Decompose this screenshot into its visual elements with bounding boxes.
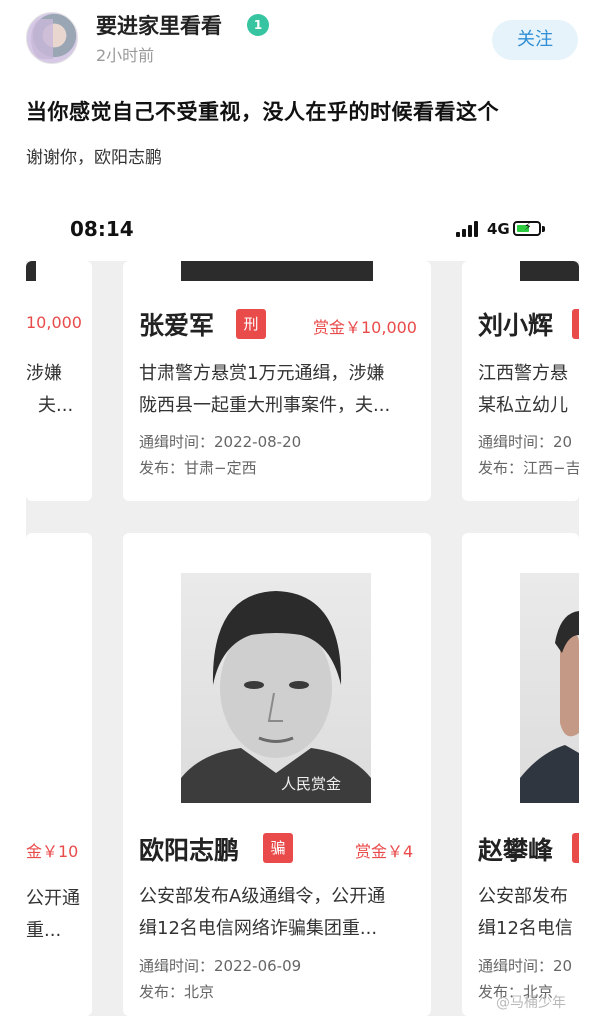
case-description: 甘肃警方悬赏1万元通缉，涉嫌 <box>139 363 385 384</box>
suspect-name: 刘小辉 <box>478 311 554 340</box>
case-description-cont: 某私立幼儿 <box>478 395 568 416</box>
signal-icon <box>456 221 478 237</box>
crime-type-tag <box>572 833 579 863</box>
user-avatar[interactable] <box>26 12 78 64</box>
battery-cap-icon <box>542 226 545 232</box>
case-description-cont: 陇西县一起重大刑事案件，夫... <box>139 395 391 416</box>
watermark: @马桶少年 <box>496 995 566 1011</box>
suspect-name: 欧阳志鹏 <box>139 836 240 865</box>
post-title: 当你感觉自己不受重视，没人在乎的时候看看这个 <box>26 100 499 124</box>
case-description: 江西警方悬 <box>478 363 568 384</box>
case-description: 公开通 <box>26 888 80 909</box>
battery-icon: ⚡ <box>513 220 541 236</box>
bounty-card-left-bottom[interactable]: 金￥10 公开通 重... <box>26 533 92 1016</box>
bounty-card-liu-xiaohui[interactable]: 刘小辉 江西警方悬 某私立幼儿 通缉时间：20 发布：江西−吉 <box>462 261 579 501</box>
suspect-name: 张爱军 <box>139 311 215 340</box>
wanted-date: 通缉时间：2022-08-20 <box>139 433 302 451</box>
case-description-cont: 重... <box>26 920 62 941</box>
post-subtitle: 谢谢你，欧阳志鹏 <box>26 148 162 168</box>
crime-type-tag: 刑 <box>236 309 266 339</box>
case-description: 公安部发布 <box>478 886 568 907</box>
case-description-cont: 夫... <box>38 395 74 416</box>
crime-type-tag <box>572 309 579 339</box>
post-time: 2小时前 <box>96 46 155 65</box>
wanted-date: 通缉时间：20 <box>478 433 573 451</box>
suspect-photo <box>520 573 579 803</box>
publisher: 发布：北京 <box>139 983 215 1001</box>
bounty-card-zhao-panfeng[interactable]: 赵攀峰 公安部发布 缉12名电信 通缉时间：20 发布：北京 <box>462 533 579 1016</box>
publisher: 发布：江西−吉 <box>478 459 579 477</box>
follow-button[interactable]: 关注 <box>492 20 578 60</box>
case-description: 公安部发布A级通缉令，公开通 <box>139 886 386 907</box>
username[interactable]: 要进家里看看 <box>96 10 222 40</box>
suspect-photo <box>520 261 579 281</box>
bounty-card-left-top[interactable]: 10,000 涉嫌 夫... <box>26 261 92 501</box>
suspect-portrait <box>520 611 579 803</box>
case-description-cont: 缉12名电信网络诈骗集团重... <box>139 918 378 939</box>
photo-caption: 人民赏金 <box>281 775 342 793</box>
suspect-photo <box>181 261 373 281</box>
reward-amount: 赏金￥10,000 <box>313 318 417 337</box>
wanted-date: 通缉时间：2022-06-09 <box>139 957 302 975</box>
phone-status-bar: 08:14 4G ⚡ <box>26 195 579 261</box>
case-description-cont: 缉12名电信 <box>478 918 573 939</box>
bounty-card-zhang-aijun[interactable]: 张爱军 刑 赏金￥10,000 甘肃警方悬赏1万元通缉，涉嫌 陇西县一起重大刑事… <box>123 261 431 501</box>
crime-type-tag: 骗 <box>263 833 293 863</box>
embedded-screenshot[interactable]: 08:14 4G ⚡ 10,000 涉嫌 夫... 张爱军 刑 赏金￥10,00… <box>26 195 579 1016</box>
publisher: 发布：甘肃−定西 <box>139 459 257 477</box>
wanted-date: 通缉时间：20 <box>478 957 573 975</box>
suspect-photo: 人民赏金 <box>181 573 371 803</box>
bounty-card-ouyang-zhipeng[interactable]: 人民赏金 欧阳志鹏 骗 赏金￥4 公安部发布A级通缉令，公开通 缉12名电信网络… <box>123 533 431 1016</box>
reward-amount: 10,000 <box>26 313 82 332</box>
case-description: 涉嫌 <box>26 363 62 384</box>
status-clock: 08:14 <box>70 217 134 241</box>
suspect-photo <box>26 261 36 281</box>
suspect-portrait <box>181 591 371 803</box>
network-type: 4G <box>487 220 510 238</box>
reward-amount: 金￥10 <box>26 842 79 861</box>
user-level-badge: 1 <box>247 14 269 36</box>
suspect-name: 赵攀峰 <box>478 836 554 865</box>
reward-amount: 赏金￥4 <box>355 842 414 861</box>
